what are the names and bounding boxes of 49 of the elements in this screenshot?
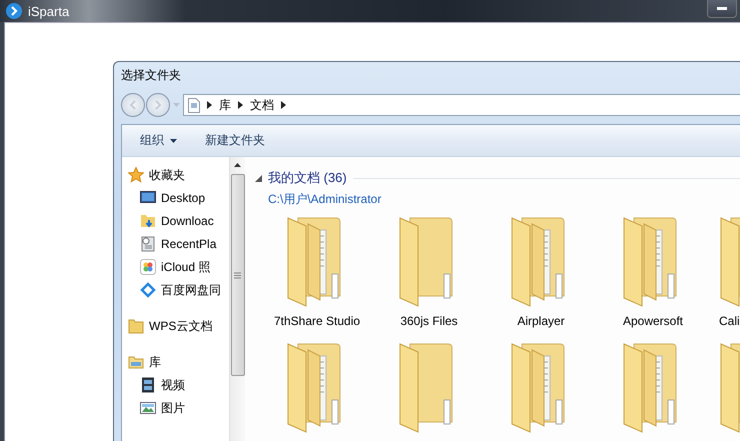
- group-header[interactable]: 我的文档 (36): [268, 169, 347, 187]
- chevron-right-icon: [207, 101, 212, 109]
- chevron-right-icon: [281, 101, 286, 109]
- flower-icon: [140, 259, 156, 275]
- grip-icon: [234, 272, 241, 278]
- sidebar-item[interactable]: 百度网盘同: [128, 282, 228, 298]
- sidebar-item[interactable]: WPS云文档: [128, 318, 228, 334]
- folder-name[interactable]: Apowersoft: [622, 314, 684, 328]
- document-icon: [140, 236, 156, 252]
- folder-name[interactable]: Airplayer: [517, 314, 565, 328]
- sidebar-item[interactable]: 视频: [128, 377, 228, 393]
- sidebar-item[interactable]: 收藏夹: [128, 167, 228, 183]
- folder-name[interactable]: 7thShare Studio: [274, 314, 360, 328]
- window-title: iSparta: [28, 4, 70, 18]
- diamond-icon: [140, 282, 156, 298]
- folder-name[interactable]: Cali: [719, 314, 740, 328]
- minimize-button[interactable]: [707, 0, 737, 18]
- breadcrumb-item[interactable]: 文档: [250, 96, 274, 114]
- sidebar-item[interactable]: Desktop: [128, 190, 228, 206]
- sidebar-item[interactable]: iCloud 照: [128, 259, 228, 275]
- app-icon: [6, 3, 22, 19]
- back-button[interactable]: [121, 93, 145, 117]
- sidebar-item[interactable]: RecentPla: [128, 236, 228, 252]
- sidebar-item[interactable]: 库: [128, 354, 228, 370]
- new-folder-button[interactable]: 新建文件夹: [197, 128, 273, 153]
- organize-menu-button[interactable]: 组织: [132, 128, 185, 153]
- film-icon: [140, 377, 156, 393]
- folder-icon: [128, 318, 144, 334]
- dialog-title: 选择文件夹: [121, 67, 182, 84]
- library-folder-icon: [128, 354, 144, 370]
- forward-button[interactable]: [146, 93, 170, 117]
- picture-icon: [140, 400, 156, 416]
- monitor-icon: [140, 190, 156, 206]
- sidebar-item[interactable]: Downloac: [128, 213, 228, 229]
- star-icon: [128, 167, 144, 183]
- minimize-icon: [717, 6, 727, 10]
- sidebar-item[interactable]: 图片: [128, 400, 228, 416]
- folder-name[interactable]: 360js Files: [400, 314, 458, 328]
- folder-download-icon: [140, 213, 156, 229]
- address-bar[interactable]: 库 文档: [183, 94, 740, 116]
- folder-path: C:\用户\Administrator: [268, 191, 382, 208]
- breadcrumb-item[interactable]: 库: [219, 96, 231, 114]
- scroll-up-arrow-icon: [234, 163, 241, 167]
- chevron-right-icon: [238, 101, 243, 109]
- caret-down-icon: [170, 138, 177, 142]
- scrollbar-thumb[interactable]: [230, 174, 244, 376]
- scrollbar[interactable]: [229, 157, 245, 441]
- document-icon: [188, 98, 200, 112]
- dropdown-caret-icon: [173, 102, 180, 108]
